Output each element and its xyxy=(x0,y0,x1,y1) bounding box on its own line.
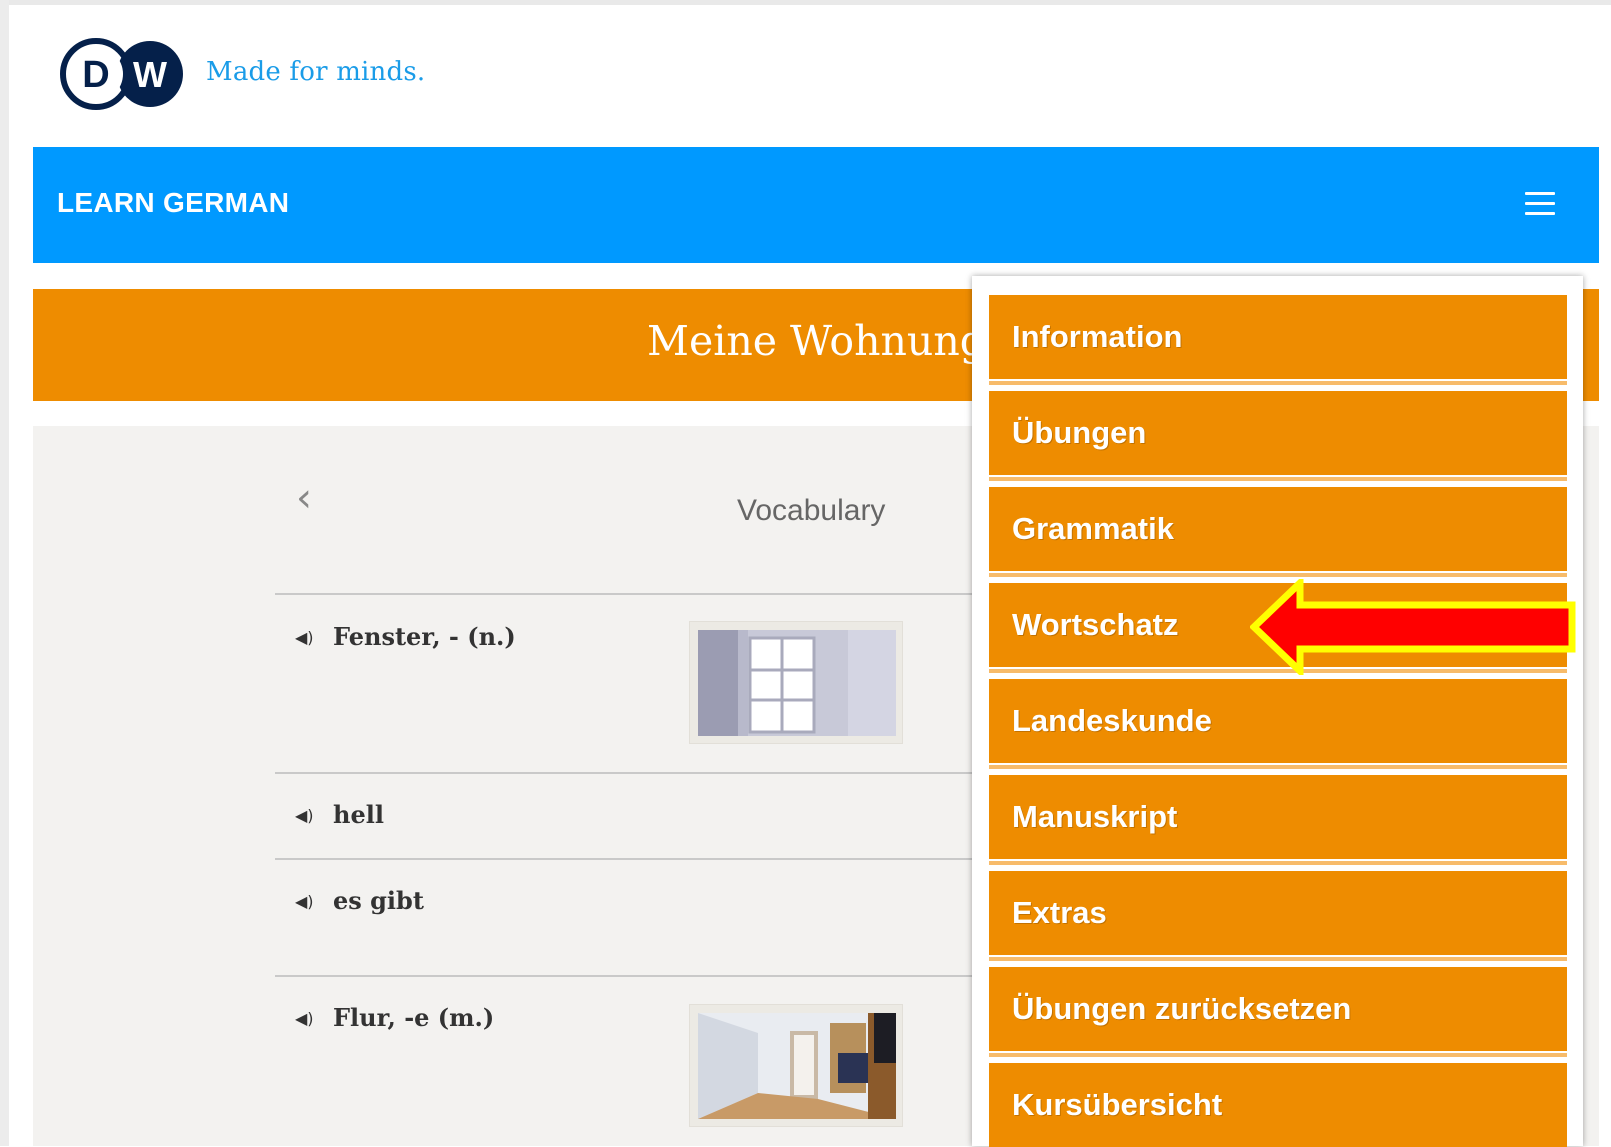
speaker-icon[interactable]: ◀) xyxy=(295,1009,314,1028)
section-title: Vocabulary xyxy=(737,494,886,527)
window-image xyxy=(689,621,903,744)
speaker-icon[interactable]: ◀) xyxy=(295,628,314,647)
lesson-title: Meine Wohnung xyxy=(647,317,986,365)
divider xyxy=(275,593,995,595)
hamburger-icon[interactable] xyxy=(1525,192,1555,216)
menu-item-extras[interactable]: Extras xyxy=(989,871,1567,961)
menu-item-information[interactable]: Information xyxy=(989,295,1567,385)
vocab-word: Fenster, - (n.) xyxy=(333,622,516,651)
speaker-icon[interactable]: ◀) xyxy=(295,806,314,825)
vocab-word: hell xyxy=(333,800,384,829)
tagline: Made for minds. xyxy=(206,57,426,87)
svg-text:W: W xyxy=(133,54,167,95)
menu-item-uebungen[interactable]: Übungen xyxy=(989,391,1567,481)
svg-text:D: D xyxy=(82,54,109,96)
menu-item-kursuebersicht[interactable]: Kursübersicht xyxy=(989,1063,1567,1147)
divider xyxy=(275,772,995,774)
divider xyxy=(275,975,995,977)
menu-item-manuskript[interactable]: Manuskript xyxy=(989,775,1567,865)
menu-item-landeskunde[interactable]: Landeskunde xyxy=(989,679,1567,769)
main-navbar: LEARN GERMAN xyxy=(33,147,1599,263)
menu-item-uebungen-zuruecksetzen[interactable]: Übungen zurücksetzen xyxy=(989,967,1567,1057)
left-border xyxy=(0,0,9,1146)
vocab-word: es gibt xyxy=(333,886,424,915)
dropdown-menu: Information Übungen Grammatik Wortschatz… xyxy=(972,276,1583,1147)
annotation-arrow xyxy=(1250,579,1576,675)
dw-logo[interactable]: D W xyxy=(60,38,186,110)
vocab-word: Flur, -e (m.) xyxy=(333,1003,495,1032)
speaker-icon[interactable]: ◀) xyxy=(295,892,314,911)
chevron-left-icon[interactable]: ‹ xyxy=(296,478,312,518)
menu-item-grammatik[interactable]: Grammatik xyxy=(989,487,1567,577)
nav-title[interactable]: LEARN GERMAN xyxy=(57,187,289,219)
divider xyxy=(275,858,995,860)
top-border xyxy=(0,0,1611,5)
hallway-image xyxy=(689,1004,903,1127)
